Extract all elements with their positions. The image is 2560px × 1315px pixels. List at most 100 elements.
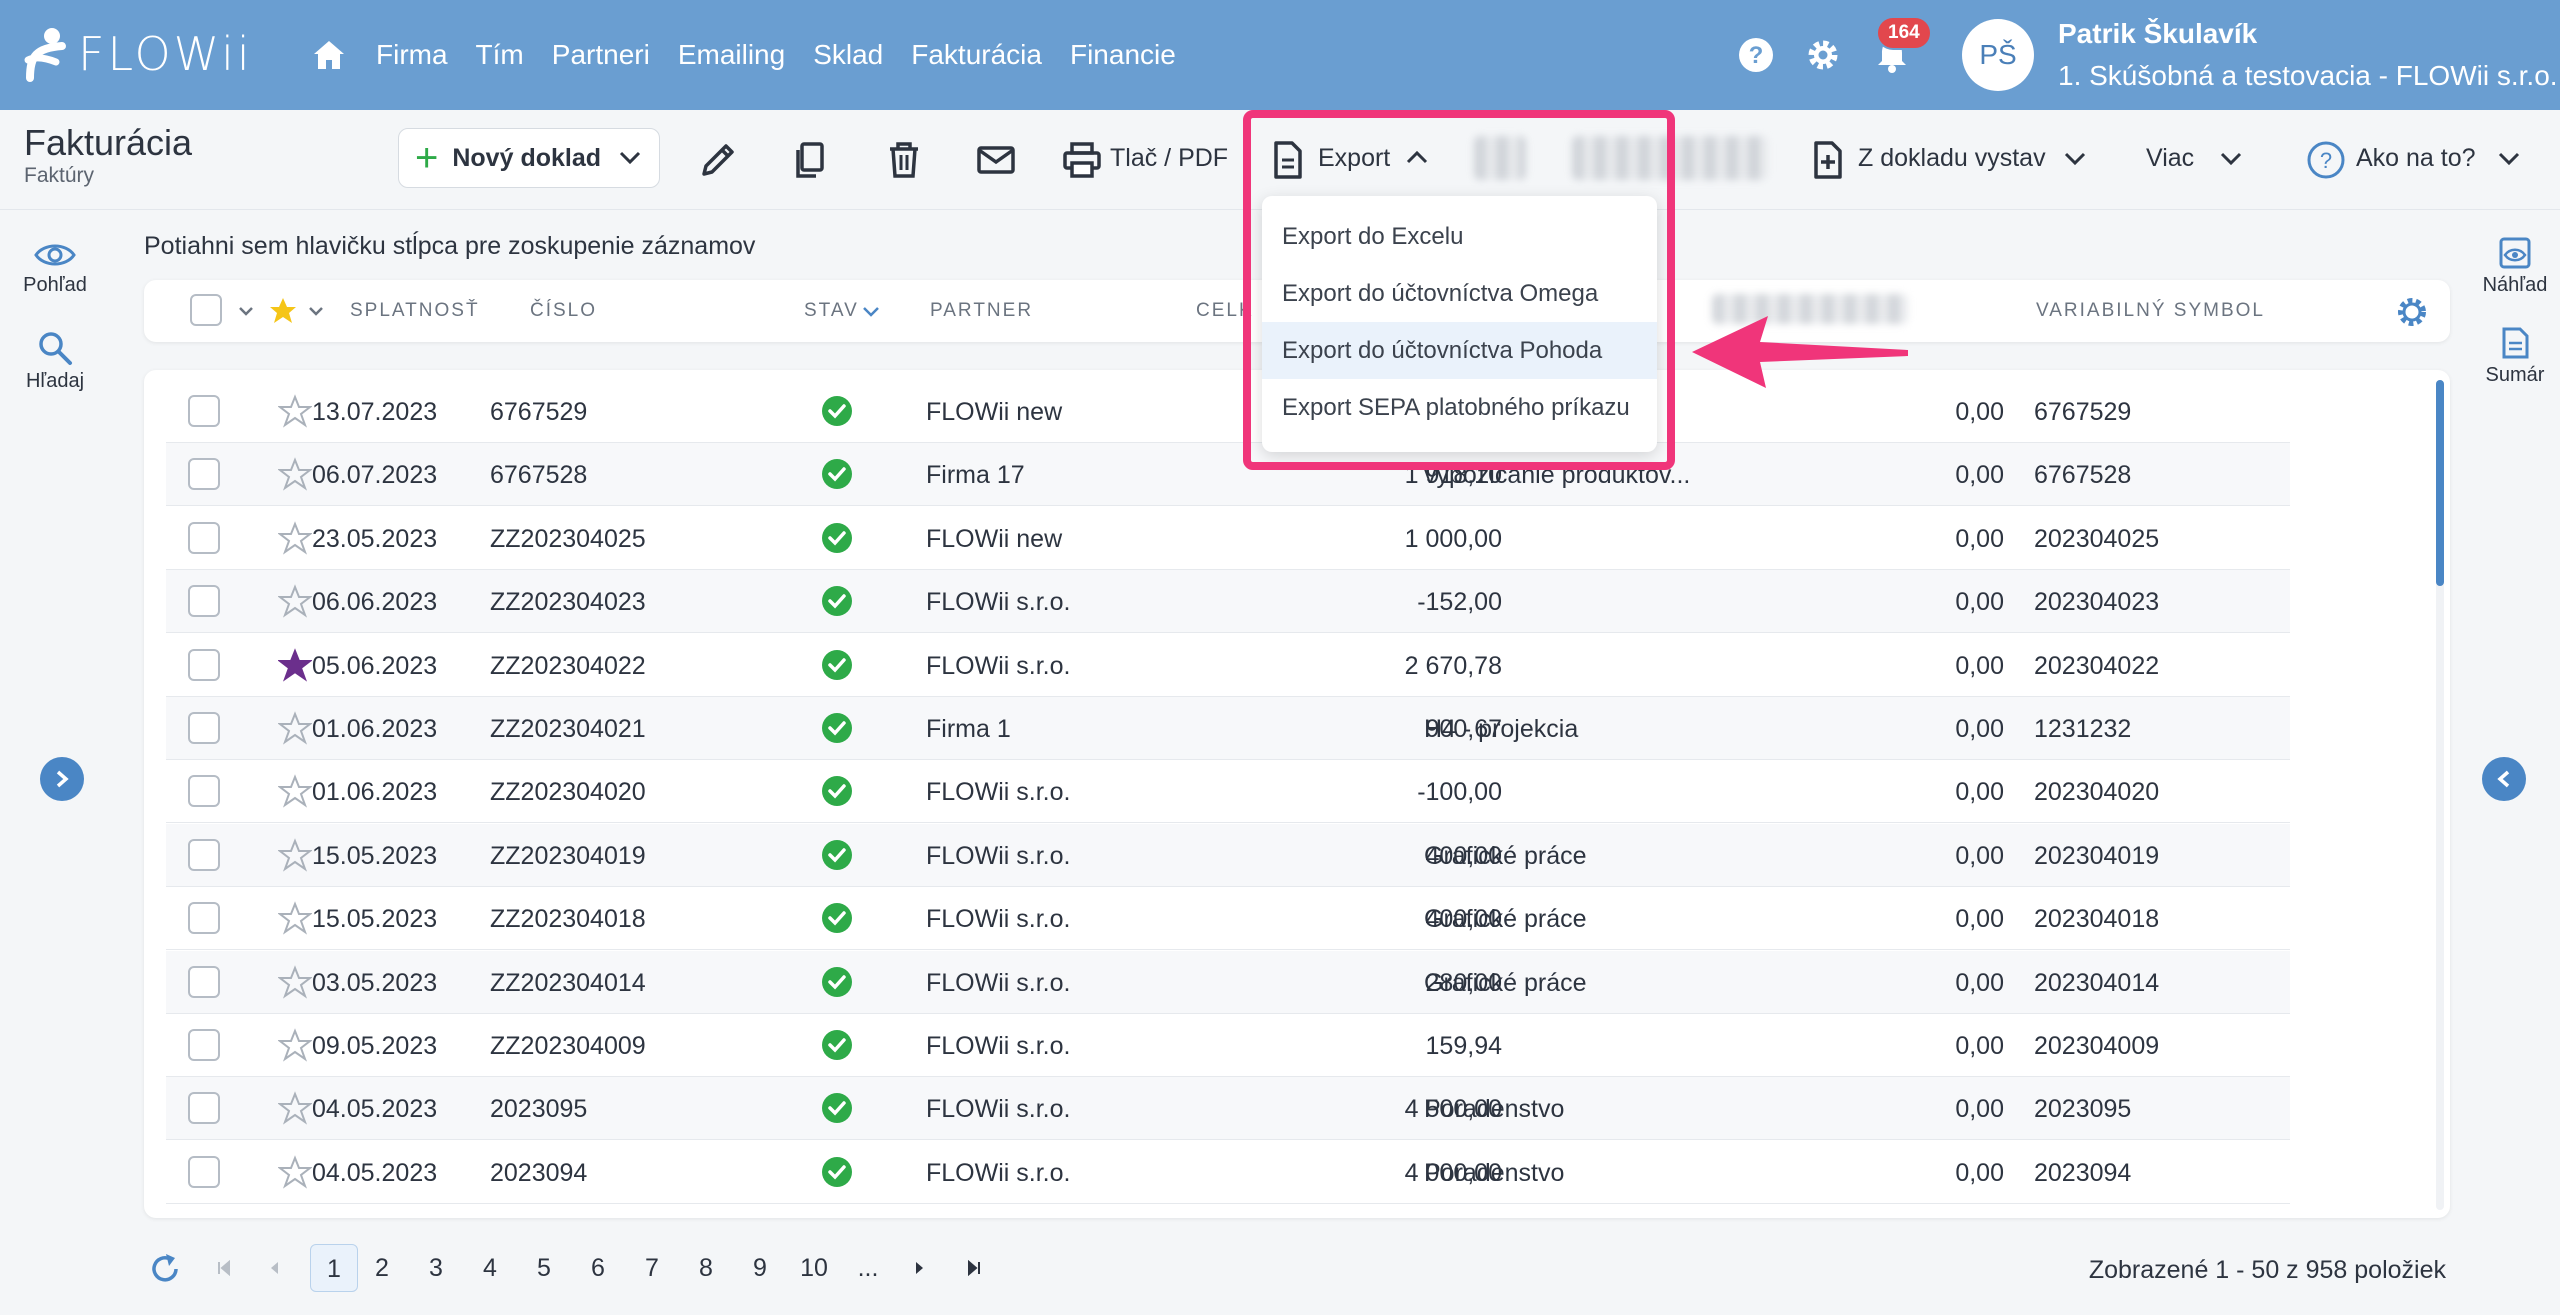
more-button[interactable]: Viac [2146,144,2194,173]
column-header-status[interactable]: STAV [804,300,859,322]
chevron-up-icon[interactable] [1406,150,1428,164]
pagination-ellipsis[interactable]: ... [848,1244,888,1292]
home-icon[interactable] [312,38,346,72]
expand-left-panel-button[interactable] [40,757,84,801]
nav-sklad[interactable]: Sklad [813,39,883,71]
export-button[interactable]: Export [1318,144,1390,173]
table-row[interactable]: 03.05.2023 ZZ202304014 FLOWii s.r.o. 280,00… [166,950,2290,1014]
page-8-button[interactable]: 8 [686,1244,726,1292]
next-page-icon[interactable] [914,1260,926,1276]
row-checkbox[interactable] [188,521,220,554]
export-document-icon[interactable] [1268,140,1308,180]
table-row[interactable]: 04.05.2023 2023095 FLOWii s.r.o. 4 500,00 Po… [166,1077,2290,1141]
row-checkbox[interactable] [188,775,220,808]
star-outline-icon[interactable] [278,457,312,492]
table-row[interactable]: 06.06.2023 ZZ202304023 FLOWii s.r.o. -152,0… [166,570,2290,634]
row-checkbox[interactable] [188,458,220,491]
page-1-button[interactable]: 1 [310,1244,358,1292]
star-outline-icon[interactable] [278,901,312,935]
page-9-button[interactable]: 9 [740,1244,780,1292]
row-checkbox[interactable] [188,585,220,618]
avatar[interactable]: PŠ [1962,19,2034,91]
view-panel-button[interactable]: Pohľad [0,240,110,297]
table-row[interactable]: 15.05.2023 ZZ202304018 FLOWii s.r.o. 400,00… [166,887,2290,951]
nav-financie[interactable]: Financie [1070,39,1176,71]
last-page-icon[interactable] [966,1260,982,1276]
delete-trash-icon[interactable] [884,140,924,180]
star-outline-icon[interactable] [278,1091,312,1126]
export-excel-item[interactable]: Export do Excelu [1262,208,1657,265]
page-10-button[interactable]: 10 [794,1244,834,1292]
star-outline-icon[interactable] [278,521,312,555]
table-row[interactable]: 05.06.2023 ZZ202304022 FLOWii s.r.o. 2 670,… [166,634,2290,697]
nav-fakturacia[interactable]: Fakturácia [911,39,1042,71]
nav-partneri[interactable]: Partneri [552,39,650,71]
column-header-total[interactable]: CELK [1196,300,1254,322]
new-document-button[interactable]: + Nový doklad [398,128,660,188]
flowii-logo[interactable]: FLOWii [22,22,253,86]
from-document-button[interactable]: Z dokladu vystav [1858,144,2046,173]
nav-emailing[interactable]: Emailing [678,39,785,71]
row-checkbox[interactable] [188,838,220,871]
select-all-checkbox[interactable] [190,294,222,326]
collapse-right-panel-button[interactable] [2482,757,2526,801]
blurred-toolbar-button[interactable] [1572,136,1768,180]
help-circle-icon[interactable]: ? [2306,140,2346,180]
table-row[interactable]: 01.06.2023 ZZ202304021 Firma 1 900,67 H4 - p… [166,697,2290,760]
page-2-button[interactable]: 2 [362,1244,402,1292]
star-outline-icon[interactable] [278,394,312,428]
table-row[interactable]: 13.07.2023 6767529 FLOWii new 0,00 6767529 [166,380,2290,443]
page-7-button[interactable]: 7 [632,1244,672,1292]
column-header-partner[interactable]: PARTNER [930,300,1033,322]
row-checkbox[interactable] [188,648,220,681]
column-header-variable-symbol[interactable]: VARIABILNÝ SYMBOL [2036,300,2265,322]
table-row[interactable]: 15.05.2023 ZZ202304019 FLOWii s.r.o. 400,00… [166,823,2290,887]
refresh-icon[interactable] [148,1252,182,1286]
nav-tim[interactable]: Tím [476,39,524,71]
star-outline-icon[interactable] [278,774,312,809]
table-row[interactable]: 04.05.2023 2023094 FLOWii s.r.o. 4 000,00 Po… [166,1141,2290,1204]
export-pohoda-item[interactable]: Export do účtovníctva Pohoda [1262,322,1657,379]
row-checkbox[interactable] [188,712,220,744]
star-outline-icon[interactable] [278,1155,312,1189]
star-outline-icon[interactable] [278,584,312,618]
edit-pencil-icon[interactable] [698,140,738,180]
export-omega-item[interactable]: Export do účtovníctva Omega [1262,265,1657,322]
row-checkbox[interactable] [188,1092,220,1125]
chevron-down-icon[interactable] [2064,152,2086,166]
row-checkbox[interactable] [188,1155,220,1188]
email-envelope-icon[interactable] [976,140,1016,180]
star-outline-icon[interactable] [278,838,312,872]
group-by-hint[interactable]: Potiahni sem hlavičku stĺpca pre zoskupe… [144,232,755,261]
page-6-button[interactable]: 6 [578,1244,618,1292]
table-row[interactable]: 23.05.2023 ZZ202304025 FLOWii new 1 000,00 0… [166,507,2290,570]
column-header-number[interactable]: ČÍSLO [530,300,597,322]
chevron-down-icon[interactable] [238,306,254,316]
new-from-document-icon[interactable] [1808,140,1848,180]
chevron-down-icon[interactable] [2220,152,2242,166]
star-filter-icon[interactable] [268,296,298,326]
sort-chevron-icon[interactable] [862,306,880,318]
chevron-down-icon[interactable] [2498,152,2520,166]
settings-gear-icon[interactable] [1804,36,1842,74]
chevron-down-icon[interactable] [308,306,324,316]
row-checkbox[interactable] [188,395,220,427]
row-checkbox[interactable] [188,902,220,935]
page-5-button[interactable]: 5 [524,1244,564,1292]
scrollbar-thumb[interactable] [2436,380,2444,586]
page-3-button[interactable]: 3 [416,1244,456,1292]
star-outline-icon[interactable] [278,964,312,999]
preview-panel-button[interactable]: Náhľad [2470,236,2560,297]
nav-firma[interactable]: Firma [376,39,448,71]
row-checkbox[interactable] [188,965,220,998]
print-pdf-button[interactable]: Tlač / PDF [1110,144,1228,173]
user-name[interactable]: Patrik Škulavík [2058,18,2257,50]
column-header-due[interactable]: SPLATNOSŤ [350,300,480,322]
how-to-button[interactable]: Ako na to? [2356,144,2476,173]
help-icon[interactable]: ? [1737,36,1775,74]
print-icon[interactable] [1062,140,1102,180]
user-organization[interactable]: 1. Skúšobná a testovacia - FLOWii s.r.o. [2058,60,2558,92]
star-outline-icon[interactable] [278,711,312,745]
table-row[interactable]: 01.06.2023 ZZ202304020 FLOWii s.r.o. -100,0… [166,760,2290,824]
first-page-icon[interactable] [216,1260,232,1276]
